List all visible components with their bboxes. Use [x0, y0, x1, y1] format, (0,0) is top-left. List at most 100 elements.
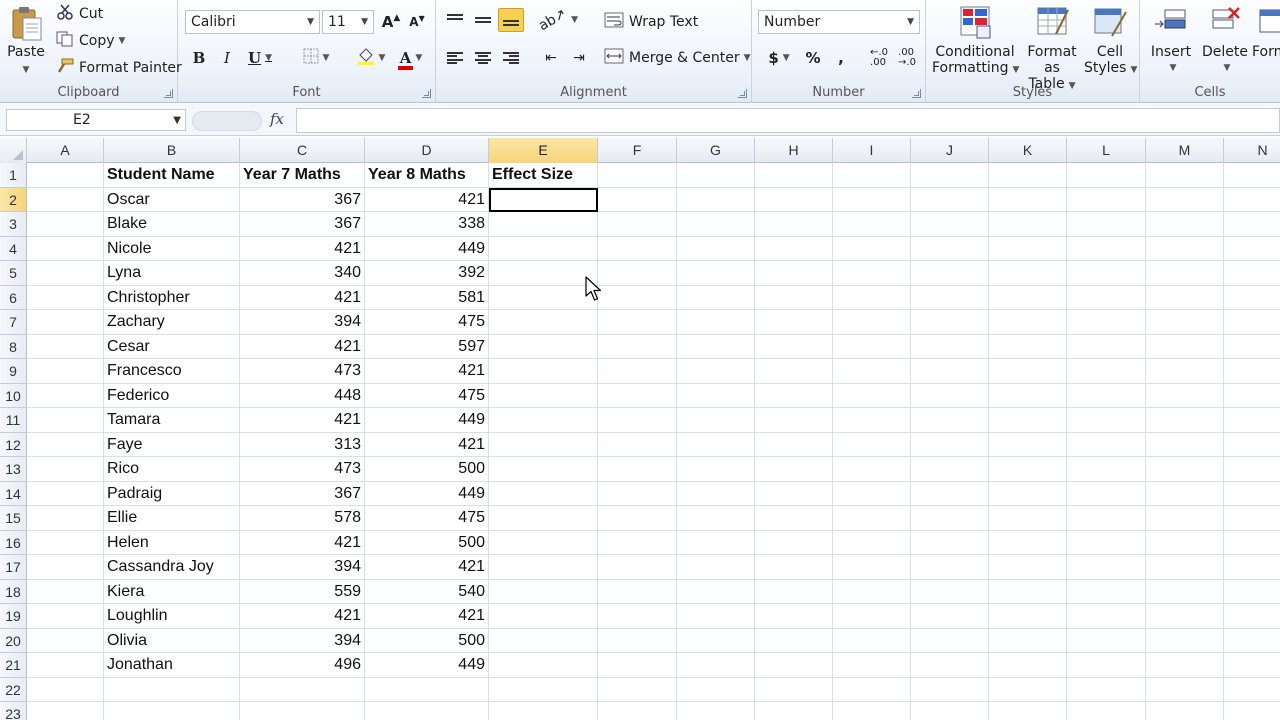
- cell-f9[interactable]: [598, 359, 677, 384]
- cell-j8[interactable]: [911, 334, 989, 359]
- cell-n5[interactable]: [1224, 261, 1280, 286]
- cell-k18[interactable]: [989, 579, 1067, 604]
- cell-f23[interactable]: [598, 702, 677, 720]
- format-painter-button[interactable]: Format Painter: [56, 58, 182, 78]
- cell-d15[interactable]: 475: [365, 506, 489, 531]
- cell-c10[interactable]: 448: [240, 383, 365, 408]
- cell-d13[interactable]: 500: [365, 457, 489, 482]
- cell-a16[interactable]: [27, 530, 104, 555]
- cell-g21[interactable]: [677, 653, 755, 678]
- cell-b4[interactable]: Nicole: [104, 236, 240, 261]
- cell-k6[interactable]: [989, 285, 1067, 310]
- cell-c12[interactable]: 313: [240, 432, 365, 457]
- cell-b5[interactable]: Lyna: [104, 261, 240, 286]
- cell-a6[interactable]: [27, 285, 104, 310]
- column-header-f[interactable]: F: [598, 138, 677, 163]
- grow-font-button[interactable]: A ▲: [378, 10, 404, 34]
- increase-indent-button[interactable]: ⇥: [566, 46, 592, 70]
- comma-button[interactable]: ,: [828, 46, 854, 70]
- cell-d22[interactable]: [365, 677, 489, 702]
- cell-f13[interactable]: [598, 457, 677, 482]
- column-header-c[interactable]: C: [240, 138, 365, 163]
- cell-k1[interactable]: [989, 163, 1067, 188]
- formula-bar-splitter[interactable]: [192, 111, 262, 131]
- cell-h4[interactable]: [755, 236, 833, 261]
- cell-i23[interactable]: [833, 702, 911, 720]
- cell-k11[interactable]: [989, 408, 1067, 433]
- cell-g12[interactable]: [677, 432, 755, 457]
- cell-a5[interactable]: [27, 261, 104, 286]
- cell-d4[interactable]: 449: [365, 236, 489, 261]
- row-header[interactable]: 2: [0, 187, 27, 212]
- cell-b6[interactable]: Christopher: [104, 285, 240, 310]
- row-header[interactable]: 20: [0, 628, 27, 653]
- cell-e6[interactable]: [489, 285, 598, 310]
- cell-k4[interactable]: [989, 236, 1067, 261]
- cell-l19[interactable]: [1067, 604, 1146, 629]
- cell-a17[interactable]: [27, 555, 104, 580]
- number-format-select[interactable]: Number ▼: [758, 10, 920, 34]
- cell-i16[interactable]: [833, 530, 911, 555]
- chevron-down-icon[interactable]: ▼: [173, 111, 181, 131]
- cell-n16[interactable]: [1224, 531, 1280, 555]
- cell-f14[interactable]: [598, 481, 677, 506]
- cell-l6[interactable]: [1067, 285, 1146, 310]
- cell-d21[interactable]: 449: [365, 653, 489, 678]
- cell-e17[interactable]: [489, 555, 598, 580]
- cell-c2[interactable]: 367: [240, 187, 365, 212]
- cell-b21[interactable]: Jonathan: [104, 653, 240, 678]
- format-cells-button[interactable]: Form: [1252, 4, 1280, 60]
- cell-k2[interactable]: [989, 187, 1067, 212]
- cell-h10[interactable]: [755, 383, 833, 408]
- cell-m5[interactable]: [1146, 261, 1224, 286]
- cell-k12[interactable]: [989, 432, 1067, 457]
- top-align-button[interactable]: [442, 8, 468, 32]
- cell-g13[interactable]: [677, 457, 755, 482]
- cell-e19[interactable]: [489, 604, 598, 629]
- cell-f8[interactable]: [598, 334, 677, 359]
- cell-l17[interactable]: [1067, 555, 1146, 580]
- cell-i3[interactable]: [833, 212, 911, 237]
- cell-c11[interactable]: 421: [240, 408, 365, 433]
- bold-button[interactable]: B: [186, 46, 212, 70]
- cell-c18[interactable]: 559: [240, 579, 365, 604]
- decrease-decimal-button[interactable]: .00 →.0: [894, 46, 920, 70]
- decrease-indent-button[interactable]: ⇤: [538, 46, 564, 70]
- cell-d23[interactable]: [365, 702, 489, 720]
- cell-c3[interactable]: 367: [240, 212, 365, 237]
- cell-a4[interactable]: [27, 236, 104, 261]
- underline-button[interactable]: U ▼: [242, 46, 278, 70]
- cell-d18[interactable]: 540: [365, 579, 489, 604]
- cell-i1[interactable]: [833, 163, 911, 188]
- cell-b7[interactable]: Zachary: [104, 310, 240, 335]
- formula-input[interactable]: [296, 108, 1280, 133]
- cell-j6[interactable]: [911, 285, 989, 310]
- cell-k19[interactable]: [989, 604, 1067, 629]
- row-header[interactable]: 13: [0, 457, 27, 482]
- cell-l20[interactable]: [1067, 628, 1146, 653]
- cell-m4[interactable]: [1146, 236, 1224, 261]
- cell-j7[interactable]: [911, 310, 989, 335]
- cell-l18[interactable]: [1067, 579, 1146, 604]
- cell-j19[interactable]: [911, 604, 989, 629]
- cell-h19[interactable]: [755, 604, 833, 629]
- cell-c13[interactable]: 473: [240, 457, 365, 482]
- increase-decimal-button[interactable]: ←.0.00: [866, 46, 892, 70]
- font-name-select[interactable]: Calibri ▼: [185, 10, 320, 34]
- cell-a11[interactable]: [27, 408, 104, 433]
- cell-n9[interactable]: [1224, 359, 1280, 384]
- column-header-n[interactable]: N: [1224, 138, 1280, 163]
- number-launcher-icon[interactable]: [912, 89, 921, 98]
- shrink-font-button[interactable]: A ▼: [404, 10, 430, 34]
- cell-l21[interactable]: [1067, 653, 1146, 678]
- cell-f10[interactable]: [598, 383, 677, 408]
- cell-f21[interactable]: [598, 653, 677, 678]
- cell-m6[interactable]: [1146, 285, 1224, 310]
- cell-b8[interactable]: Cesar: [104, 334, 240, 359]
- cell-d10[interactable]: 475: [365, 383, 489, 408]
- column-header-g[interactable]: G: [677, 138, 755, 163]
- cell-l13[interactable]: [1067, 457, 1146, 482]
- cell-m21[interactable]: [1146, 653, 1224, 678]
- cell-j3[interactable]: [911, 212, 989, 237]
- cell-j16[interactable]: [911, 530, 989, 555]
